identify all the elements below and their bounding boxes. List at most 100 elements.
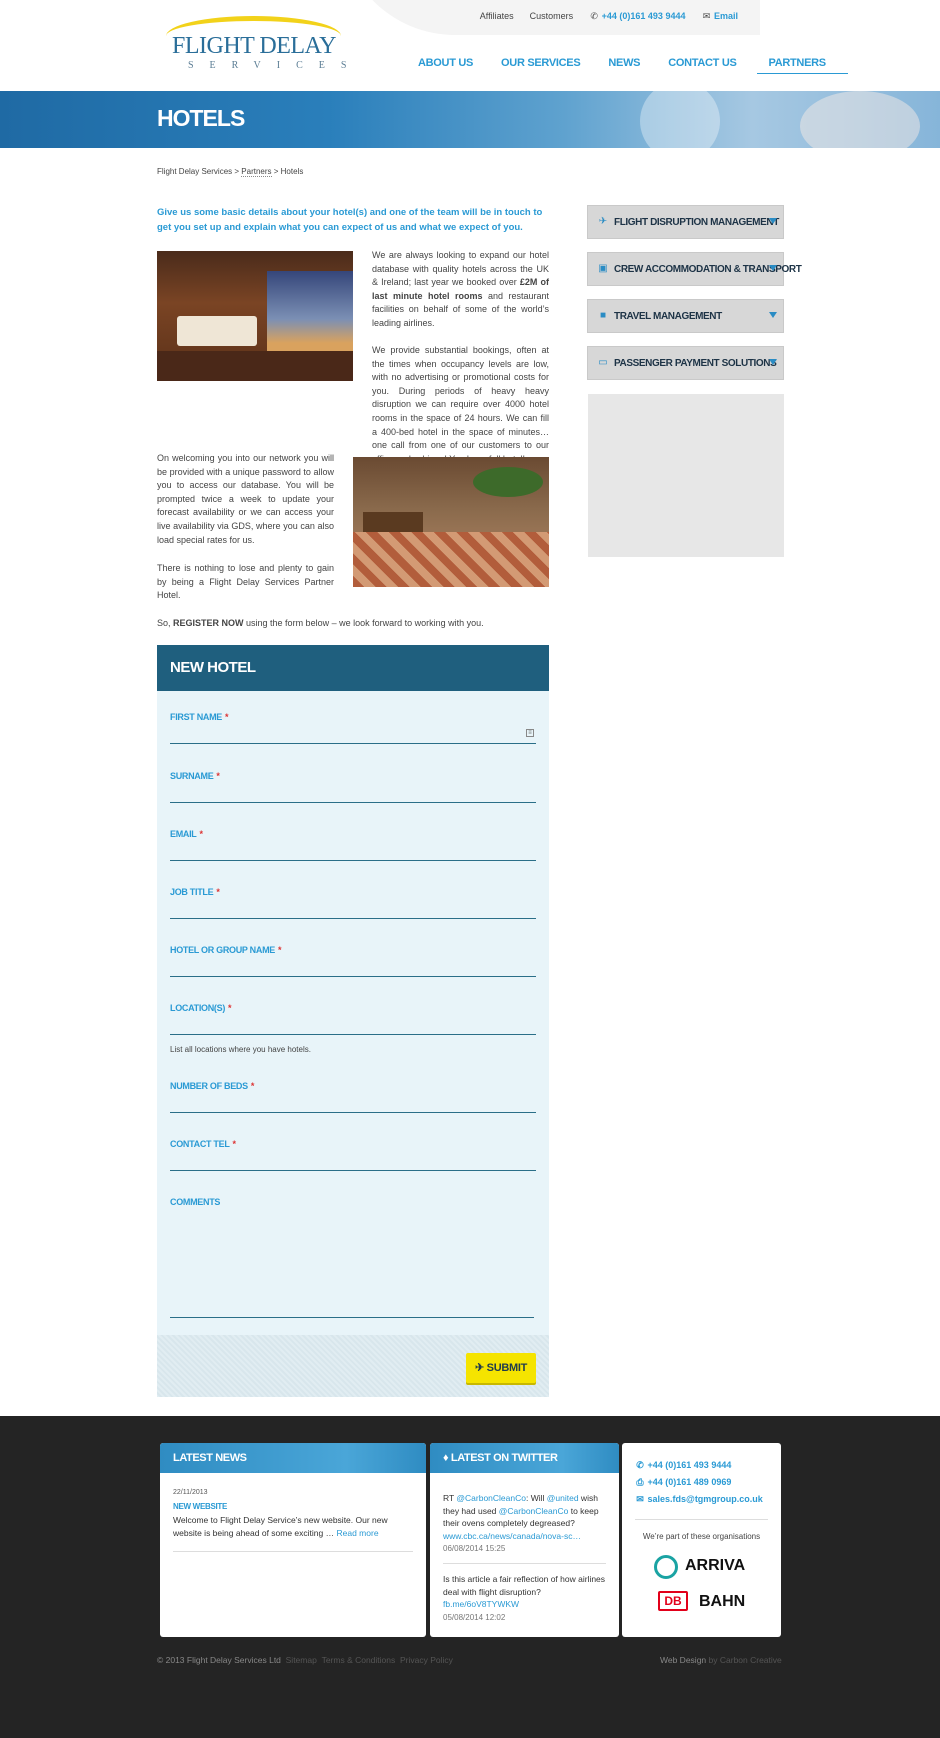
web-design-label: Web Design <box>660 1655 707 1665</box>
carbon-creative-link[interactable]: by Carbon Creative <box>709 1655 782 1665</box>
divider <box>635 1519 768 1520</box>
logo[interactable]: FLIGHT DELAY SERVICES <box>160 16 346 72</box>
paragraph-5: So, REGISTER NOW using the form below – … <box>157 617 549 631</box>
nav-services[interactable]: OUR SERVICES <box>487 55 594 74</box>
card-icon: ▭ <box>598 357 608 368</box>
read-more-link[interactable]: Read more <box>337 1528 379 1538</box>
bed <box>177 316 257 346</box>
nav-partners[interactable]: PARTNERS <box>756 55 848 74</box>
footer-email[interactable]: ✉ sales.fds@tgmgroup.co.uk <box>635 1491 763 1508</box>
sidebar-item-travel[interactable]: ■ TRAVEL MANAGEMENT <box>587 299 784 333</box>
locations-label: LOCATION(S) * <box>170 1003 232 1013</box>
nav-contact[interactable]: CONTACT US <box>654 55 750 74</box>
hotel-lobby-image <box>353 457 549 587</box>
comments-textarea[interactable] <box>170 1211 534 1318</box>
plane-icon: ✈ <box>474 1362 484 1374</box>
chevron-down-icon <box>769 265 777 271</box>
chevron-down-icon <box>769 359 777 365</box>
surname-field: SURNAME * <box>170 771 536 803</box>
nav-about[interactable]: ABOUT US <box>404 55 487 74</box>
footer-phone[interactable]: ✆ +44 (0)161 493 9444 <box>635 1457 763 1474</box>
form-footer: ✈ SUBMIT <box>157 1335 549 1397</box>
comments-field: COMMENTS <box>170 1197 536 1318</box>
chevron-down-icon <box>769 312 777 318</box>
beds-input[interactable] <box>170 1095 536 1113</box>
banner-cloud <box>640 91 720 148</box>
new-hotel-form: NEW HOTEL FIRST NAME * ≡ SURNAME * EMAIL * … <box>157 645 549 1397</box>
affiliates-link[interactable]: Affiliates <box>480 11 514 21</box>
tweet-link[interactable]: fb.me/6oV8TYWKW <box>443 1599 519 1609</box>
sidebar-item-flight-disruption[interactable]: ✈ FLIGHT DISRUPTION MANAGEMENT <box>587 205 784 239</box>
db-logo[interactable]: DB <box>658 1591 688 1611</box>
tweet-2: Is this article a fair reflection of how… <box>443 1574 606 1622</box>
page-banner: HOTELS <box>0 91 940 148</box>
site-header: FLIGHT DELAY SERVICES Affiliates Custome… <box>0 0 940 91</box>
email-field: EMAIL * <box>170 829 536 861</box>
banner-cloud <box>800 91 920 148</box>
email-link[interactable]: ✉ Email <box>701 11 738 21</box>
contact-list: ✆ +44 (0)161 493 9444 ⎙ +44 (0)161 489 0… <box>635 1457 763 1508</box>
sitemap-link[interactable]: Sitemap <box>286 1655 317 1665</box>
tweet-date: 05/08/2014 12:02 <box>443 1612 506 1622</box>
tweet-date: 06/08/2014 15:25 <box>443 1544 506 1553</box>
sidebar-item-label: FLIGHT DISRUPTION MANAGEMENT <box>614 217 779 228</box>
paragraph-4: There is nothing to lose and plenty to g… <box>157 563 334 601</box>
breadcrumb-sep: > <box>234 167 240 176</box>
footer-fax: ⎙ +44 (0)161 489 0969 <box>636 1477 732 1487</box>
p5-text: So, <box>157 618 174 628</box>
submit-label: SUBMIT <box>486 1362 528 1374</box>
hotel-name-label: HOTEL OR GROUP NAME * <box>170 945 282 955</box>
mention-link[interactable]: @CarbonCleanCo <box>499 1506 569 1516</box>
tweet-link[interactable]: www.cbc.ca/news/canada/nova-sc… <box>443 1531 581 1541</box>
news-date: 22/11/2013 <box>173 1489 208 1496</box>
mention-link[interactable]: @CarbonCleanCo <box>456 1493 526 1503</box>
breadcrumb-current: Hotels <box>280 167 304 176</box>
comments-label: COMMENTS <box>170 1197 221 1207</box>
breadcrumb-partners[interactable]: Partners <box>241 167 272 177</box>
job-title-label: JOB TITLE * <box>170 887 220 897</box>
locations-input[interactable] <box>170 1017 536 1035</box>
logo-sub: SERVICES <box>188 60 363 71</box>
tel-input[interactable] <box>170 1153 536 1171</box>
customers-link[interactable]: Customers <box>530 11 574 21</box>
terms-link[interactable]: Terms & Conditions <box>322 1655 396 1665</box>
sidebar-item-label: TRAVEL MANAGEMENT <box>614 311 722 322</box>
phone-number: +44 (0)161 493 9444 <box>601 11 686 21</box>
chevron-down-icon <box>769 218 777 224</box>
p2-text: We provide substantial bookings, often a… <box>372 345 549 464</box>
hotel-name-input[interactable] <box>170 959 536 977</box>
tel-field: CONTACT TEL * <box>170 1139 536 1171</box>
twitter-icon: ♦ <box>443 1452 449 1464</box>
arriva-logo[interactable]: ARRIVA <box>685 1557 745 1575</box>
fax-icon: ⎙ <box>636 1477 644 1487</box>
mention-link[interactable]: @united <box>547 1493 579 1503</box>
email-label: Email <box>713 11 738 21</box>
window <box>267 271 353 351</box>
first-name-input[interactable] <box>170 726 536 744</box>
plane-icon: ✈ <box>598 216 608 227</box>
credit: Web Design by Carbon Creative <box>660 1655 782 1665</box>
nav-news[interactable]: NEWS <box>594 55 654 74</box>
first-name-label: FIRST NAME * <box>170 712 229 722</box>
breadcrumb: Flight Delay Services > Partners > Hotel… <box>157 167 304 177</box>
sidebar-item-crew[interactable]: ▣ CREW ACCOMMODATION & TRANSPORT <box>587 252 802 286</box>
email-input[interactable] <box>170 843 536 861</box>
arriva-logo-icon <box>654 1555 678 1579</box>
sidebar-item-payment[interactable]: ▭ PASSENGER PAYMENT SOLUTIONS <box>587 346 784 380</box>
privacy-link[interactable]: Privacy Policy <box>400 1655 453 1665</box>
email-label: EMAIL * <box>170 829 203 839</box>
autofill-icon[interactable]: ≡ <box>526 729 534 737</box>
form-title: NEW HOTEL <box>157 645 549 691</box>
job-title-input[interactable] <box>170 901 536 919</box>
tiled-floor <box>353 532 549 587</box>
latest-news-panel: LATEST NEWS 22/11/2013 NEW WEBSITE Welco… <box>160 1443 426 1637</box>
submit-button[interactable]: ✈ SUBMIT <box>466 1353 536 1383</box>
phone-link[interactable]: ✆ +44 (0)161 493 9444 <box>589 11 685 21</box>
breadcrumb-sep: > <box>273 167 279 176</box>
divider <box>173 1551 413 1552</box>
breadcrumb-home[interactable]: Flight Delay Services <box>157 167 232 176</box>
news-headline[interactable]: NEW WEBSITE <box>173 1502 227 1511</box>
logo-name: FLIGHT DELAY <box>172 33 337 59</box>
surname-input[interactable] <box>170 785 536 803</box>
tel-label: CONTACT TEL * <box>170 1139 236 1149</box>
